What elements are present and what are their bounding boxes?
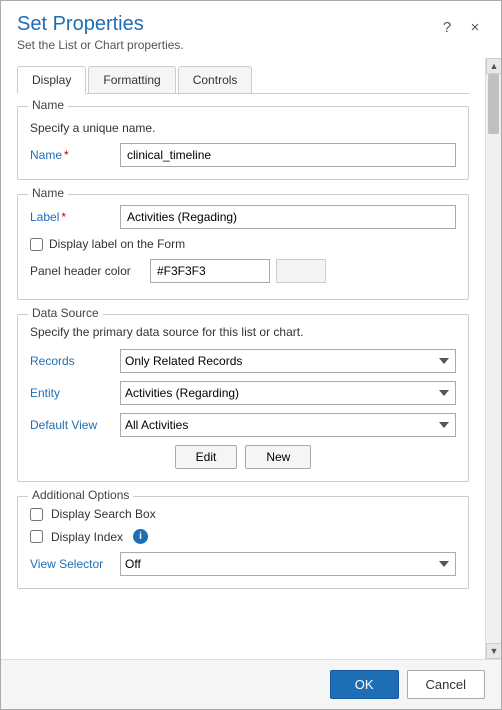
label-section-legend: Name — [28, 186, 68, 200]
close-icon[interactable]: × — [465, 17, 485, 37]
dialog-subtitle: Set the List or Chart properties. — [17, 38, 184, 52]
name-input[interactable] — [120, 143, 456, 167]
name-section: Name Specify a unique name. Name * — [17, 106, 469, 180]
dialog-body: Display Formatting Controls Name Specify… — [1, 58, 501, 659]
help-icon[interactable]: ? — [437, 17, 457, 37]
content-area: Display Formatting Controls Name Specify… — [1, 58, 485, 659]
label-label: Label * — [30, 210, 120, 224]
label-required-star: * — [61, 210, 66, 224]
display-label-checkbox-row: Display label on the Form — [30, 237, 456, 251]
scroll-up-arrow[interactable]: ▲ — [486, 58, 501, 74]
set-properties-dialog: Set Properties Set the List or Chart pro… — [0, 0, 502, 710]
name-helper-text: Specify a unique name. — [30, 121, 456, 135]
display-search-box-checkbox[interactable] — [30, 508, 43, 521]
label-input[interactable] — [120, 205, 456, 229]
entity-select[interactable]: Activities (Regarding) — [120, 381, 456, 405]
cancel-button[interactable]: Cancel — [407, 670, 485, 699]
view-selector-row: View Selector Off All Views Selected Vie… — [30, 552, 456, 576]
entity-field-row: Entity Activities (Regarding) — [30, 381, 456, 405]
label-field-row: Label * — [30, 205, 456, 229]
edit-button[interactable]: Edit — [175, 445, 238, 469]
dialog-footer: OK Cancel — [1, 659, 501, 709]
view-selector-select[interactable]: Off All Views Selected Views — [120, 552, 456, 576]
name-section-legend: Name — [28, 98, 68, 112]
panel-header-color-row: Panel header color — [30, 259, 456, 283]
data-source-legend: Data Source — [28, 306, 103, 320]
ok-button[interactable]: OK — [330, 670, 399, 699]
panel-header-color-input[interactable] — [150, 259, 270, 283]
records-select[interactable]: Only Related Records All Records — [120, 349, 456, 373]
data-source-section: Data Source Specify the primary data sou… — [17, 314, 469, 482]
dialog-header: Set Properties Set the List or Chart pro… — [1, 1, 501, 58]
default-view-label: Default View — [30, 418, 120, 432]
tab-formatting[interactable]: Formatting — [88, 66, 175, 93]
display-index-checkbox[interactable] — [30, 530, 43, 543]
records-field-row: Records Only Related Records All Records — [30, 349, 456, 373]
label-section: Name Label * Display label on the Form P… — [17, 194, 469, 300]
display-index-info-icon[interactable]: i — [133, 529, 148, 544]
scrollbar-thumb[interactable] — [488, 74, 499, 134]
display-label-checkbox-label: Display label on the Form — [49, 237, 185, 251]
additional-options-legend: Additional Options — [28, 488, 133, 502]
name-field-row: Name * — [30, 143, 456, 167]
data-source-description: Specify the primary data source for this… — [30, 325, 456, 339]
dialog-header-icons: ? × — [437, 13, 485, 37]
scrollbar[interactable]: ▲ ▼ — [485, 58, 501, 659]
dialog-title-block: Set Properties Set the List or Chart pro… — [17, 13, 184, 52]
view-selector-label: View Selector — [30, 557, 120, 571]
records-label: Records — [30, 354, 120, 368]
display-search-box-row: Display Search Box — [30, 507, 456, 521]
tab-display[interactable]: Display — [17, 66, 86, 94]
name-required-star: * — [64, 148, 69, 162]
tab-controls[interactable]: Controls — [178, 66, 253, 93]
default-view-field-row: Default View All Activities — [30, 413, 456, 437]
default-view-select[interactable]: All Activities — [120, 413, 456, 437]
scroll-down-arrow[interactable]: ▼ — [486, 643, 501, 659]
dialog-title: Set Properties — [17, 13, 184, 36]
edit-new-button-row: Edit New — [30, 445, 456, 469]
panel-header-color-swatch[interactable] — [276, 259, 326, 283]
tab-bar: Display Formatting Controls — [17, 66, 469, 94]
scrollbar-track[interactable] — [486, 74, 501, 643]
new-button[interactable]: New — [245, 445, 311, 469]
panel-header-color-label: Panel header color — [30, 264, 150, 278]
additional-options-section: Additional Options Display Search Box Di… — [17, 496, 469, 589]
name-label: Name * — [30, 148, 120, 162]
entity-label: Entity — [30, 386, 120, 400]
display-index-row: Display Index i — [30, 529, 456, 544]
display-search-box-label: Display Search Box — [51, 507, 156, 521]
display-label-checkbox[interactable] — [30, 238, 43, 251]
display-index-label: Display Index — [51, 530, 123, 544]
